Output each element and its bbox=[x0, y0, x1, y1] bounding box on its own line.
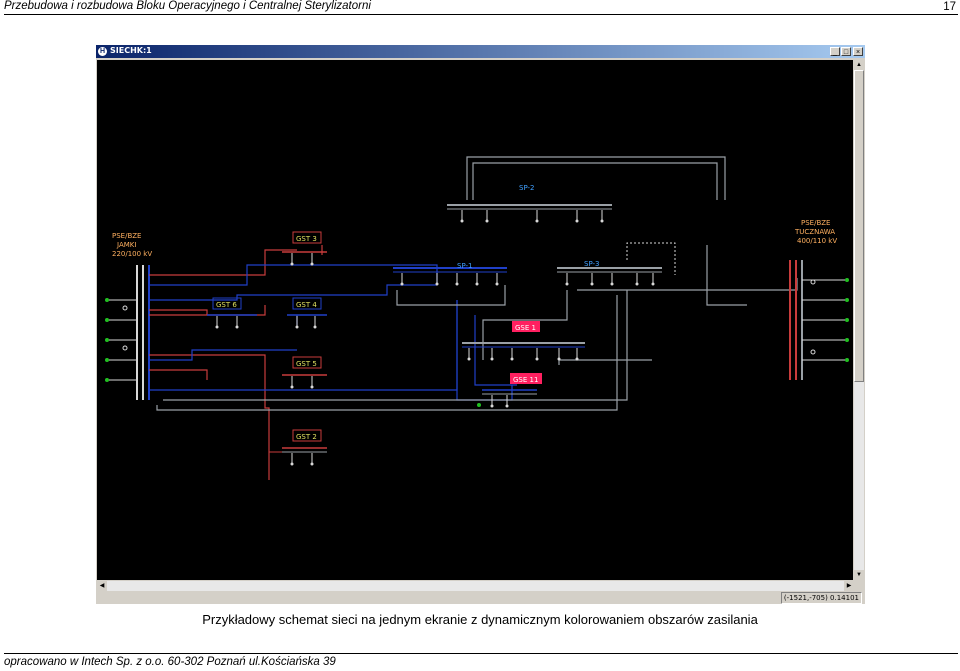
left-source-label-1: PSE/BZE bbox=[112, 232, 141, 240]
status-bar: (-1521,-705) 0.14101 bbox=[97, 592, 864, 604]
sp3-label: SP-3 bbox=[584, 260, 600, 268]
gst3-label: GST 3 bbox=[296, 235, 317, 243]
gst4-label: GST 4 bbox=[296, 301, 317, 309]
blue-supply-network bbox=[149, 264, 517, 401]
left-source-label-3: 220/100 kV bbox=[112, 250, 152, 258]
app-icon: H bbox=[98, 47, 107, 56]
left-source-label-2: JAMKI bbox=[116, 241, 136, 249]
document-header: Przebudowa i rozbudowa Bloku Operacyjneg… bbox=[4, 0, 958, 15]
network-schematic-canvas[interactable]: PSE/BZE JAMKI 220/100 kV PSE/BZE TUCZNAW… bbox=[97, 60, 853, 580]
vertical-scrollbar[interactable]: ▲ ▼ bbox=[854, 60, 864, 580]
scroll-down-icon[interactable]: ▼ bbox=[854, 570, 864, 580]
gst5-label: GST 5 bbox=[296, 360, 317, 368]
window-title: SIECHK:1 bbox=[110, 46, 152, 55]
schematic-labels: PSE/BZE JAMKI 220/100 kV PSE/BZE TUCZNAW… bbox=[112, 184, 837, 442]
document-title: Przebudowa i rozbudowa Bloku Operacyjneg… bbox=[4, 0, 371, 12]
minimize-button[interactable]: _ bbox=[830, 47, 840, 56]
sp3-switchgear bbox=[557, 242, 676, 286]
right-source-label-3: 400/110 kV bbox=[797, 237, 837, 245]
sp1-switchgear bbox=[393, 267, 507, 286]
scroll-up-icon[interactable]: ▲ bbox=[854, 60, 864, 70]
right-source-label-2: TUCZNAWA bbox=[794, 228, 835, 236]
status-coordinates: (-1521,-705) 0.14101 bbox=[780, 592, 862, 604]
gse11-label: GSE 11 bbox=[513, 376, 538, 384]
scroll-right-icon[interactable]: ▶ bbox=[844, 581, 854, 591]
sp2-switchgear bbox=[447, 204, 612, 223]
right-source-busbars bbox=[789, 260, 849, 380]
left-source-busbars bbox=[105, 265, 150, 400]
gse1-switchgear bbox=[462, 342, 585, 361]
page-number: 17 bbox=[943, 1, 956, 13]
close-button[interactable]: × bbox=[853, 47, 863, 56]
gse1-label: GSE 1 bbox=[515, 324, 536, 332]
gse11-switchgear bbox=[477, 389, 537, 408]
footer-text: opracowano w Intech Sp. z o.o. 60-302 Po… bbox=[4, 656, 336, 668]
maximize-button[interactable]: □ bbox=[841, 47, 851, 56]
scroll-left-icon[interactable]: ◀ bbox=[97, 581, 107, 591]
horizontal-scrollbar[interactable]: ◀ ▶ bbox=[97, 581, 854, 591]
vertical-scroll-thumb[interactable] bbox=[854, 70, 864, 382]
sp1-label: SP-1 bbox=[457, 262, 473, 270]
gst6-label: GST 6 bbox=[216, 301, 237, 309]
figure-caption: Przykładowy schemat sieci na jednym ekra… bbox=[202, 612, 758, 627]
document-footer: opracowano w Intech Sp. z o.o. 60-302 Po… bbox=[4, 653, 958, 668]
network-schematic: PSE/BZE JAMKI 220/100 kV PSE/BZE TUCZNAW… bbox=[105, 156, 849, 480]
scada-window: H SIECHK:1 _ □ × PSE/BZE JAMKI 220/100 k… bbox=[96, 45, 865, 604]
right-source-label-1: PSE/BZE bbox=[801, 219, 830, 227]
gst2-label: GST 2 bbox=[296, 433, 317, 441]
window-titlebar[interactable]: H SIECHK:1 _ □ × bbox=[96, 45, 865, 58]
sp2-label: SP-2 bbox=[519, 184, 535, 192]
